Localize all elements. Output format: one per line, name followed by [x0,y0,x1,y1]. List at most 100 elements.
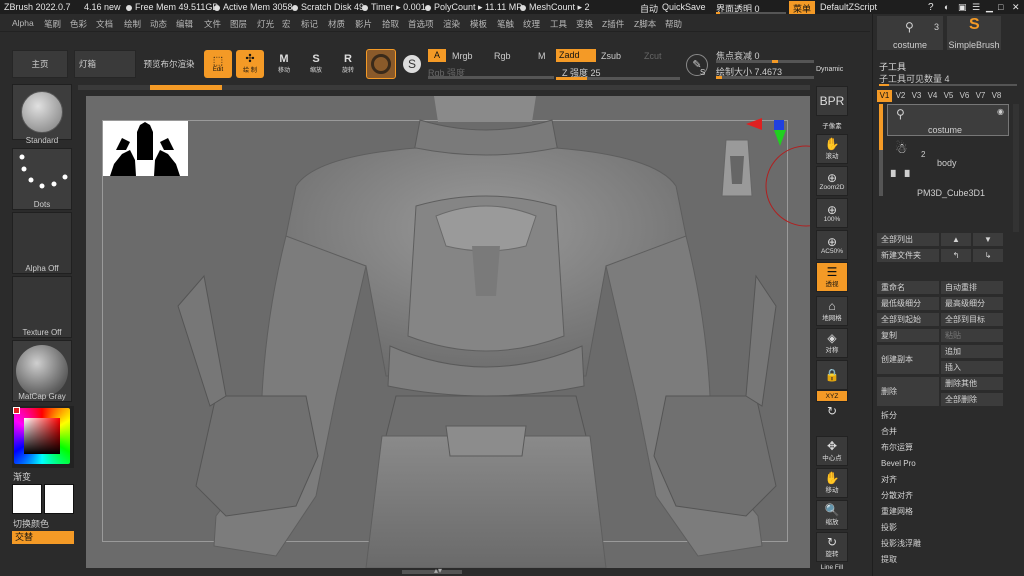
draw-size-slider[interactable]: 绘制大小 7.4673 [716,65,814,79]
maximize-icon[interactable]: □ [998,2,1003,12]
subtool-visible-slider[interactable] [879,84,1017,86]
delete-other-button[interactable]: 删除其他 [941,377,1003,390]
toolbar-scroll-thumb[interactable] [150,85,222,90]
line-fill-button[interactable]: Line Fill [816,560,848,574]
menu-item[interactable]: 工具 [550,18,567,30]
zadd-toggle[interactable]: Zadd [556,49,596,62]
version-tab[interactable]: V5 [941,90,956,102]
menu-item[interactable]: 色彩 [70,18,87,30]
distribute-menu[interactable]: 分散对齐 [877,489,1021,502]
rotate-y-button[interactable]: ↻ [816,404,848,418]
rotate-button[interactable]: R 旋转 [334,50,362,78]
main-color-swatch[interactable] [12,484,42,514]
close-icon[interactable]: ✕ [1012,2,1020,13]
symmetry-button[interactable]: ◈ 对称 [816,328,848,358]
menu-item[interactable]: 纹理 [523,18,540,30]
canvas-viewport[interactable] [86,96,810,568]
zsub-toggle[interactable]: Zsub [601,51,621,61]
menu-item[interactable]: 标记 [301,18,318,30]
menu-item[interactable]: Z插件 [602,18,624,30]
append-button[interactable]: 追加 [941,345,1003,358]
lightbox-button[interactable]: 灯箱 [74,50,136,78]
duplicate-button[interactable]: 复制 [877,329,939,342]
menu-item[interactable]: 拾取 [382,18,399,30]
mrgb-toggle[interactable]: Mrgb [452,51,473,61]
auto-reorder-button[interactable]: 自动重排 [941,281,1003,294]
menu-item[interactable]: Alpha [12,18,34,28]
project-menu[interactable]: 投影 [877,521,1021,534]
draw-button[interactable]: ✣ 绘 制 [236,50,264,78]
menu-item[interactable]: 动态 [150,18,167,30]
rgb-toggle[interactable]: Rgb [494,51,511,61]
rotate-view-button[interactable]: ↻ 旋转 [816,532,848,562]
a-toggle[interactable]: A [428,49,446,62]
edit-button[interactable]: ⬚ Edit [204,50,232,78]
default-zscript[interactable]: DefaultZScript [820,2,877,12]
highest-subdiv-button[interactable]: 最高级细分 [941,297,1003,310]
help-icon[interactable]: ? [928,2,934,13]
secondary-color-swatch[interactable] [44,484,74,514]
brush-button[interactable] [12,84,72,140]
center-point-button[interactable]: ✥ 中心点 [816,436,848,466]
actual-size-button[interactable]: ⊕ 100% [816,198,848,228]
menu-item[interactable]: 文档 [96,18,113,30]
rename-button[interactable]: 重命名 [877,281,939,294]
half-size-button[interactable]: ⊕ AC50% [816,230,848,260]
version-tab[interactable]: V7 [973,90,988,102]
version-tab[interactable]: V8 [989,90,1004,102]
all-to-start-button[interactable]: 全部到起始 [877,313,939,326]
bpr-button[interactable]: BPR [816,86,848,116]
subtool-list-scroll[interactable] [879,104,883,196]
material-sphere-button[interactable] [366,49,396,79]
arrow-right-icon[interactable]: ↳ [973,249,1003,262]
menu-item[interactable]: 绘制 [124,18,141,30]
m-toggle[interactable]: M [538,51,546,61]
arrow-left-icon[interactable]: ↰ [941,249,971,262]
current-tool-button[interactable]: ⚲ 3 costume [877,16,943,50]
remesh-menu[interactable]: 重建网格 [877,505,1021,518]
menu-item[interactable]: 材质 [328,18,345,30]
z-intensity-slider[interactable]: Z 强度 25 [556,66,680,80]
list-all-button[interactable]: 全部列出 [877,233,939,246]
menu-item[interactable]: 编辑 [176,18,193,30]
color-picker[interactable] [12,406,74,468]
all-to-target-button[interactable]: 全部到目标 [941,313,1003,326]
gradient-label[interactable]: 渐变 [13,470,31,483]
menu-item[interactable]: 首选项 [408,18,434,30]
menu-item[interactable]: 渲染 [443,18,460,30]
version-tab[interactable]: V3 [909,90,924,102]
zcut-toggle[interactable]: Zcut [644,51,662,61]
move-up-button[interactable]: ▲ [941,233,971,246]
align-menu[interactable]: 对齐 [877,473,1021,486]
new-folder-button[interactable]: 新建文件夹 [877,249,939,262]
menu-item[interactable]: Z脚本 [634,18,656,30]
menu-item[interactable]: 帮助 [665,18,682,30]
swatch-icon[interactable]: ▣ [958,2,967,13]
paste-button[interactable]: 粘贴 [941,329,1003,342]
home-button[interactable]: 主页 [12,50,68,78]
minimize-icon[interactable]: ▁ [986,2,993,13]
move-button[interactable]: M 移动 [270,50,298,78]
version-tab[interactable]: V4 [925,90,940,102]
subtool-item-cube[interactable]: ▘▝ PM3D_Cube3D1 [887,170,1009,198]
lock-button[interactable]: 🔒 [816,360,848,390]
split-menu[interactable]: 拆分 [877,409,1021,422]
switch-color-button[interactable]: 切换颜色 [13,517,49,530]
move-view-button[interactable]: ✋ 移动 [816,468,848,498]
xyz-button[interactable]: XYZ [816,390,848,402]
floor-grid-button[interactable]: ⌂ 地网格 [816,296,848,326]
merge-menu[interactable]: 合并 [877,425,1021,438]
insert-button[interactable]: 插入 [941,361,1003,374]
zoom2d-button[interactable]: ⊕ Zoom2D [816,166,848,196]
saturation-square[interactable] [24,418,60,454]
dynamic-toggle[interactable]: Dynamic [816,66,843,73]
subtool-scrollbar[interactable] [1013,104,1019,232]
version-tab[interactable]: V2 [893,90,908,102]
project-bas-relief-menu[interactable]: 投影浅浮雕 [877,537,1021,550]
bpr-preview-button[interactable]: 预览布尔渲染 [140,50,198,78]
subtool-item-costume[interactable]: ⚲ ◉ costume [887,104,1009,136]
menu-item[interactable]: 模板 [470,18,487,30]
eye-icon[interactable]: ◉ [997,107,1004,116]
subpixel-slider[interactable]: 子像素 [816,118,848,132]
version-tab[interactable]: V1 [877,90,892,102]
